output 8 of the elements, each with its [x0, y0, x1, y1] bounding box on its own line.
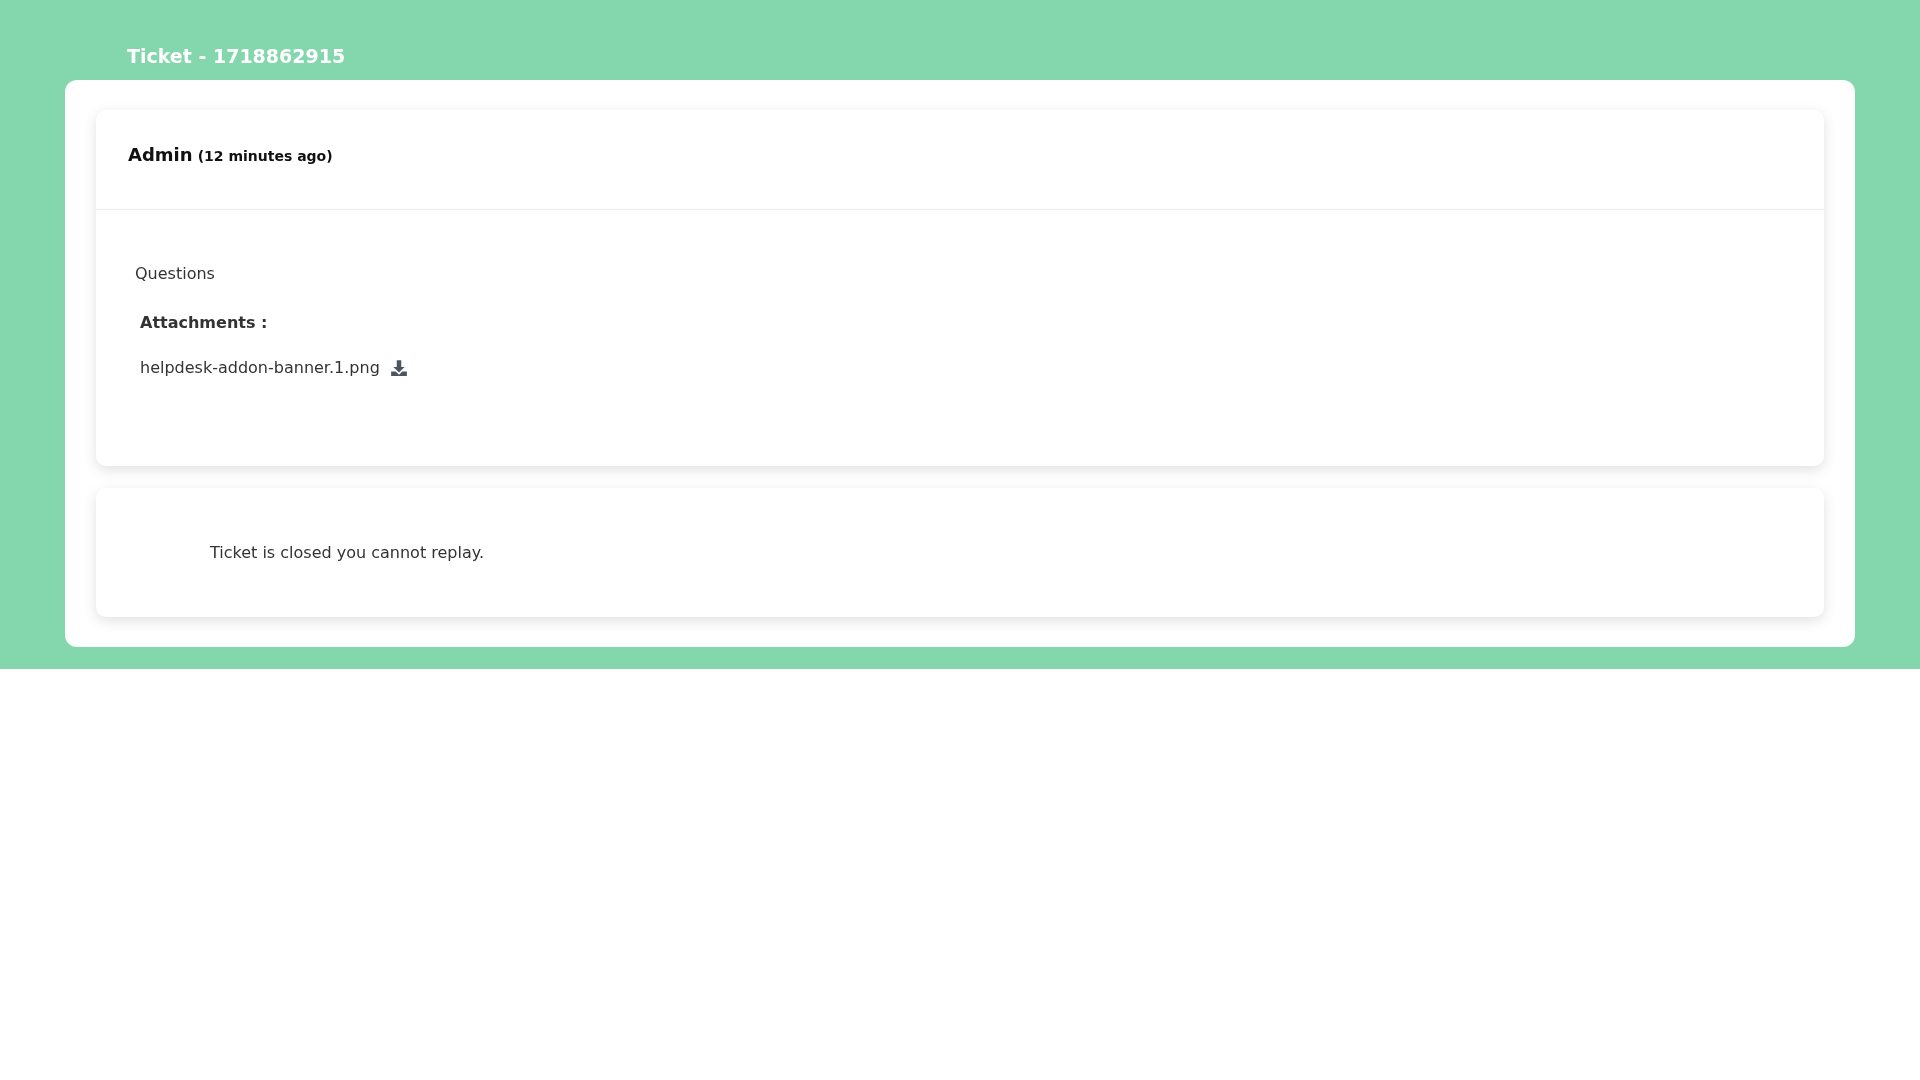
- message-text: Questions: [135, 264, 216, 283]
- download-icon[interactable]: [389, 358, 408, 377]
- closed-notice: Ticket is closed you cannot replay.: [210, 543, 484, 562]
- message-time: (12 minutes ago): [197, 148, 333, 164]
- page-title: Ticket - 1718862915: [126, 44, 347, 69]
- author-name: Admin: [128, 144, 193, 165]
- attachments-label: Attachments :: [140, 313, 269, 332]
- attachment-name: helpdesk-addon-banner.1.png: [140, 358, 380, 377]
